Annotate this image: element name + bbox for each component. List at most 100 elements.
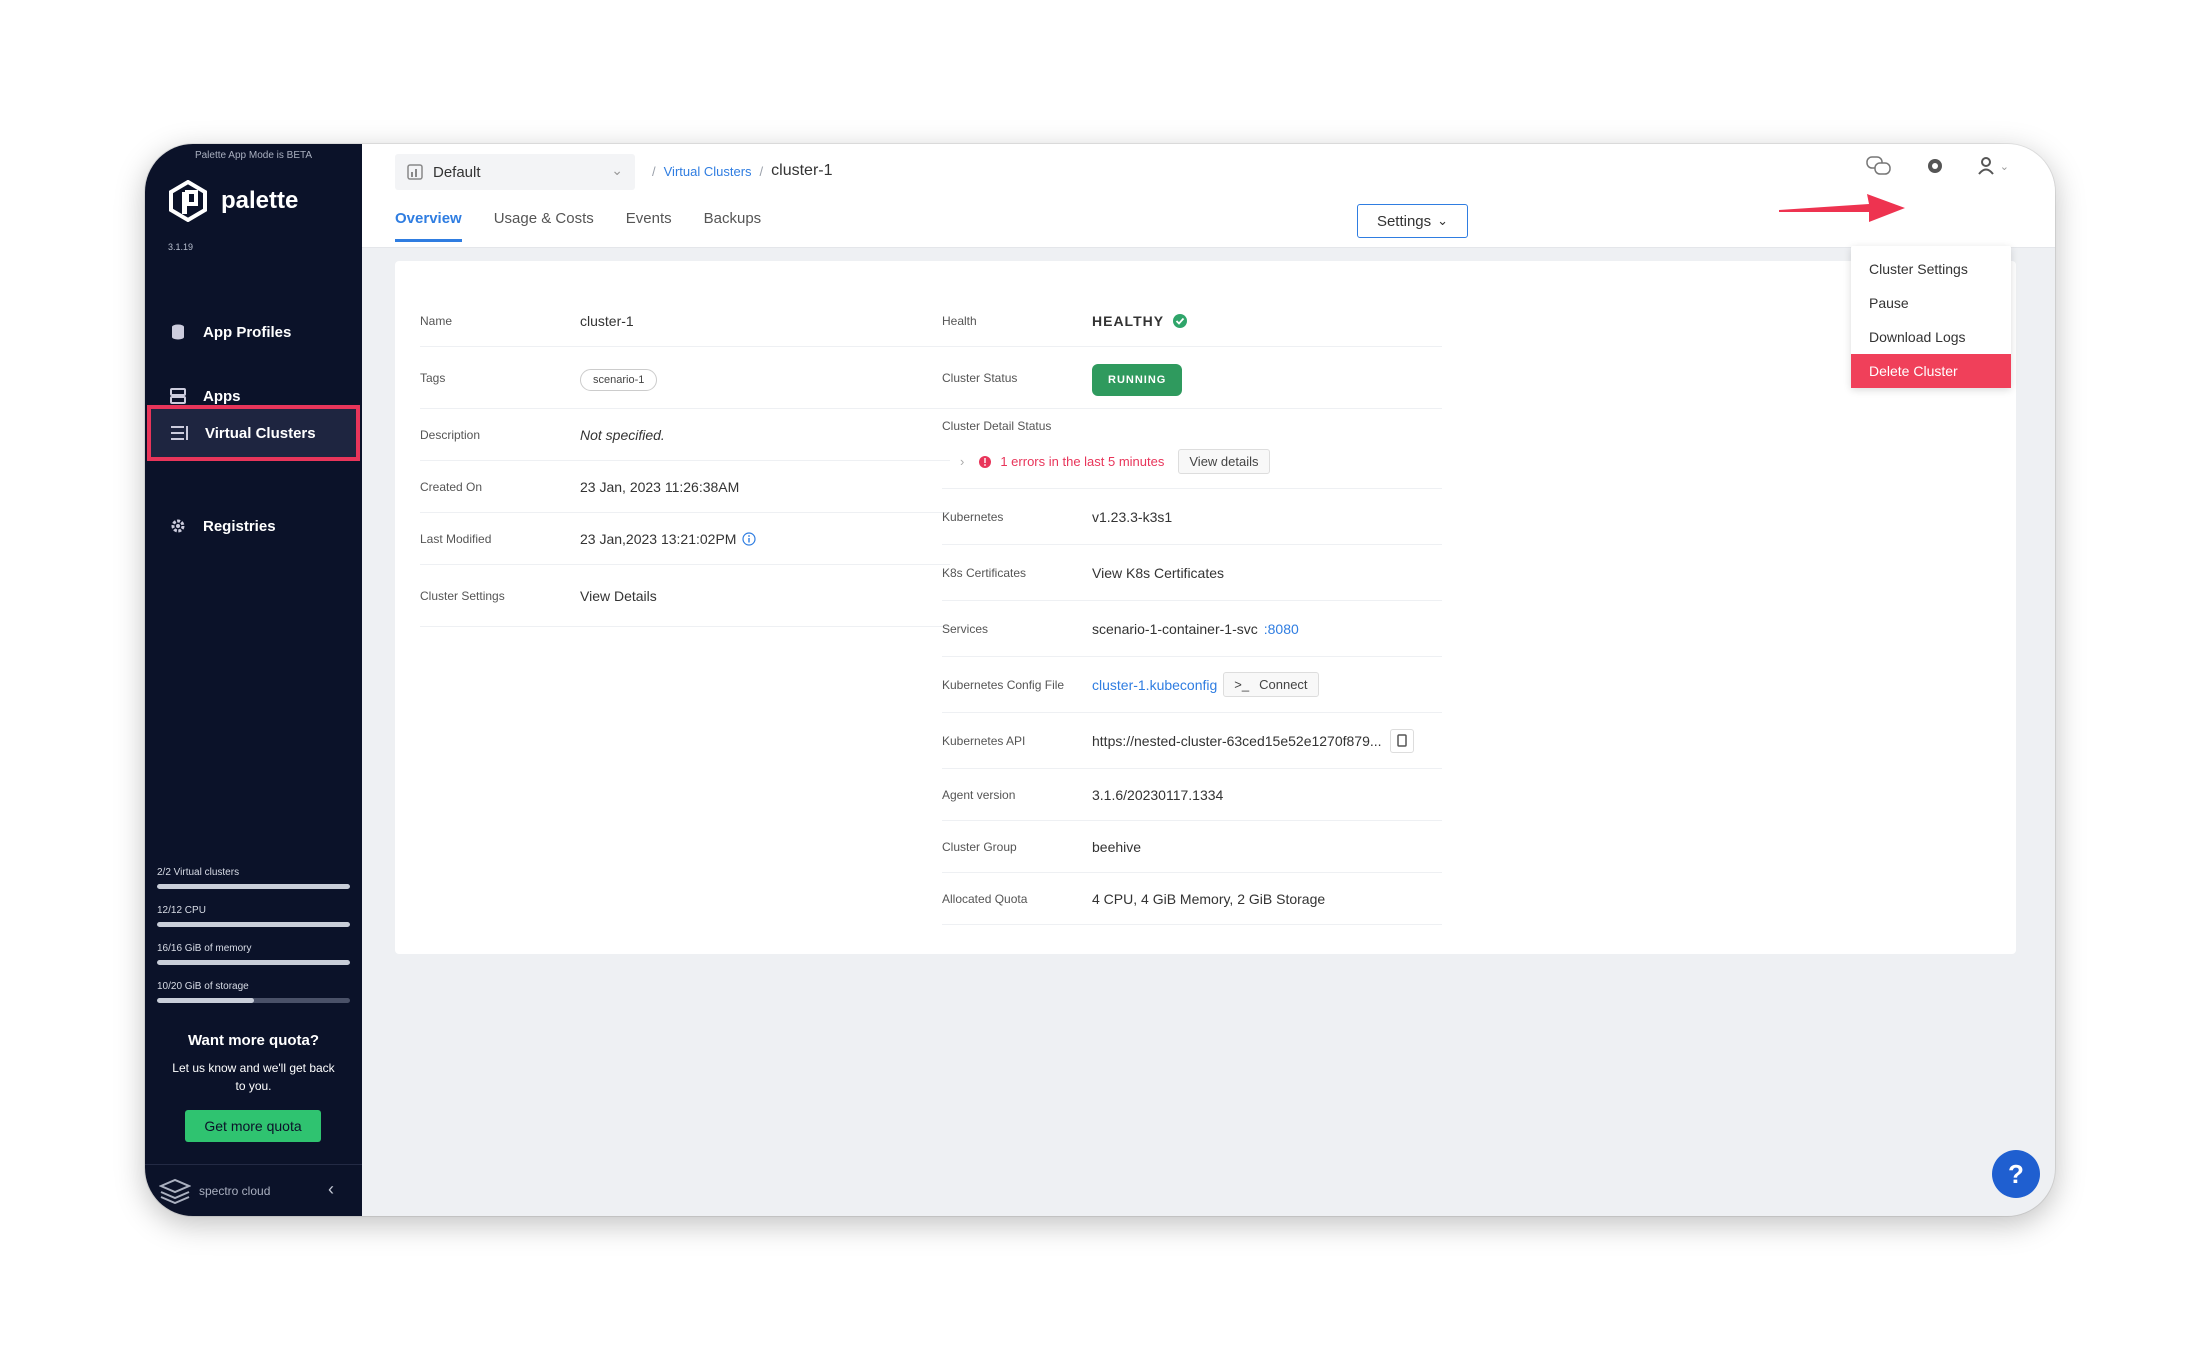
terminal-icon: >_ xyxy=(1234,677,1250,692)
row-agent-version: Agent version 3.1.6/20230117.1334 xyxy=(942,769,1442,821)
last-modified-value: 23 Jan,2023 13:21:02PM xyxy=(580,530,737,547)
name-value: cluster-1 xyxy=(580,312,634,329)
tab-events[interactable]: Events xyxy=(626,210,672,242)
breadcrumb-separator: / xyxy=(652,163,656,179)
quota-request-panel: Want more quota? Let us know and we'll g… xyxy=(145,1032,362,1095)
connect-button[interactable]: >_ Connect xyxy=(1223,672,1319,697)
quota-request-title: Want more quota? xyxy=(187,1032,320,1049)
server-icon xyxy=(169,387,187,405)
info-icon[interactable] xyxy=(742,531,757,546)
footer-brand: spectro cloud xyxy=(199,1183,271,1198)
tag-chip: scenario-1 xyxy=(580,368,658,391)
menu-item-cluster-settings[interactable]: Cluster Settings xyxy=(1851,252,2011,286)
sidebar-item-virtual-clusters[interactable]: Virtual Clusters xyxy=(147,405,360,461)
cluster-status-label: Cluster Status xyxy=(942,370,1018,385)
row-last-modified: Last Modified 23 Jan,2023 13:21:02PM xyxy=(420,513,950,565)
tab-bar: Overview Usage & Costs Events Backups xyxy=(395,210,761,242)
collapse-sidebar-icon[interactable]: ‹ xyxy=(328,1179,334,1200)
breadcrumb-virtual-clusters[interactable]: Virtual Clusters xyxy=(664,164,752,179)
health-label: Health xyxy=(942,313,977,328)
row-cluster-settings: Cluster Settings View Details xyxy=(420,565,950,627)
chevron-right-icon[interactable]: › xyxy=(960,454,964,469)
quota-bar xyxy=(157,884,350,889)
view-details-button[interactable]: View details xyxy=(1178,449,1270,474)
chevron-down-icon: ⌄ xyxy=(611,162,623,178)
project-selector[interactable]: Default ⌄ xyxy=(395,154,635,190)
sidebar-item-label: Apps xyxy=(203,387,241,405)
user-menu[interactable]: ⌄ xyxy=(1977,157,2009,175)
quota-memory: 16/16 GiB of memory xyxy=(157,943,350,965)
header-icons: ⌄ xyxy=(1866,156,2009,176)
row-allocated-quota: Allocated Quota 4 CPU, 4 GiB Memory, 2 G… xyxy=(942,873,1442,925)
name-label: Name xyxy=(420,313,453,328)
palette-logo-icon xyxy=(169,180,207,222)
quota-label: 16/16 GiB of memory xyxy=(157,943,252,954)
version-label: 3.1.19 xyxy=(168,242,194,252)
menu-item-download-logs[interactable]: Download Logs xyxy=(1851,320,2011,354)
sidebar-item-label: App Profiles xyxy=(203,323,292,341)
kubeconfig-link[interactable]: cluster-1.kubeconfig xyxy=(1092,677,1217,693)
overview-card: Name cluster-1 Tags scenario-1 Descripti… xyxy=(395,261,2016,954)
row-cluster-status: Cluster Status RUNNING xyxy=(942,347,1442,409)
beta-notice: Palette App Mode is BETA xyxy=(194,150,313,161)
menu-item-delete-cluster[interactable]: Delete Cluster xyxy=(1851,354,2011,388)
health-value: HEALTHY xyxy=(1092,312,1165,329)
quota-label: 12/12 CPU xyxy=(157,905,206,916)
help-button[interactable]: ? xyxy=(1992,1150,2040,1198)
row-description: Description Not specified. xyxy=(420,409,950,461)
palette-logo[interactable]: palette xyxy=(167,180,298,222)
tab-usage-costs[interactable]: Usage & Costs xyxy=(494,210,594,242)
view-k8s-certificates-link[interactable]: View K8s Certificates xyxy=(1092,565,1224,581)
help-circle-icon[interactable] xyxy=(1926,157,1944,175)
row-tags: Tags scenario-1 xyxy=(420,347,950,409)
sidebar-item-registries[interactable]: Registries xyxy=(145,498,362,554)
quota-bar xyxy=(157,998,350,1003)
description-label: Description xyxy=(420,427,481,442)
chat-icon[interactable] xyxy=(1866,156,1892,176)
settings-button[interactable]: Settings ⌄ xyxy=(1357,204,1468,238)
app-window: Palette App Mode is BETA palette 3.1.19 … xyxy=(145,144,2055,1216)
database-icon xyxy=(169,323,187,341)
sidebar-item-app-profiles[interactable]: App Profiles xyxy=(145,304,362,360)
row-services: Services scenario-1-container-1-svc :808… xyxy=(942,601,1442,657)
connect-label: Connect xyxy=(1259,677,1308,692)
breadcrumb: / Virtual Clusters / cluster-1 xyxy=(652,162,833,180)
service-port-link[interactable]: :8080 xyxy=(1264,621,1299,637)
row-cluster-detail-status: Cluster Detail Status › 1 errors in the … xyxy=(942,409,1442,489)
row-cluster-group: Cluster Group beehive xyxy=(942,821,1442,873)
created-on-value: 23 Jan, 2023 11:26:38AM xyxy=(580,478,740,495)
sidebar-item-label: Virtual Clusters xyxy=(205,424,316,442)
sidebar: Palette App Mode is BETA palette 3.1.19 … xyxy=(145,144,362,1216)
project-name: Default xyxy=(433,163,481,181)
chevron-down-icon: ⌄ xyxy=(1437,213,1449,228)
allocated-quota-value: 4 CPU, 4 GiB Memory, 2 GiB Storage xyxy=(1092,890,1326,907)
k8s-certificates-label: K8s Certificates xyxy=(942,565,1027,580)
breadcrumb-current: cluster-1 xyxy=(771,162,833,179)
quota-label: 10/20 GiB of storage xyxy=(157,981,249,992)
row-k8s-certificates: K8s Certificates View K8s Certificates xyxy=(942,545,1442,601)
row-health: Health HEALTHY xyxy=(942,295,1442,347)
cluster-detail-status-label: Cluster Detail Status xyxy=(942,419,1052,433)
quota-virtual-clusters: 2/2 Virtual clusters xyxy=(157,867,350,889)
annotation-arrow-icon xyxy=(1779,194,1905,222)
last-modified-label: Last Modified xyxy=(420,531,492,546)
settings-label: Settings xyxy=(1376,212,1432,230)
quota-bar xyxy=(157,922,350,927)
tab-backups[interactable]: Backups xyxy=(704,210,762,242)
error-icon xyxy=(979,455,992,468)
description-value: Not specified. xyxy=(580,426,665,443)
quota-bar xyxy=(157,960,350,965)
menu-item-pause[interactable]: Pause xyxy=(1851,286,2011,320)
tab-overview[interactable]: Overview xyxy=(395,210,462,242)
get-more-quota-button[interactable]: Get more quota xyxy=(185,1110,321,1142)
view-details-link[interactable]: View Details xyxy=(580,588,657,604)
kubernetes-api-value: https://nested-cluster-63ced15e52e1270f8… xyxy=(1092,732,1382,749)
copy-icon[interactable] xyxy=(1389,728,1414,753)
quota-cpu: 12/12 CPU xyxy=(157,905,350,927)
quota-fill xyxy=(157,960,350,965)
errors-text: 1 errors in the last 5 minutes xyxy=(1000,454,1165,469)
logo-text: palette xyxy=(221,187,299,214)
cluster-group-value: beehive xyxy=(1092,838,1142,855)
row-name: Name cluster-1 xyxy=(420,295,950,347)
chevron-down-icon: ⌄ xyxy=(1999,160,2009,173)
